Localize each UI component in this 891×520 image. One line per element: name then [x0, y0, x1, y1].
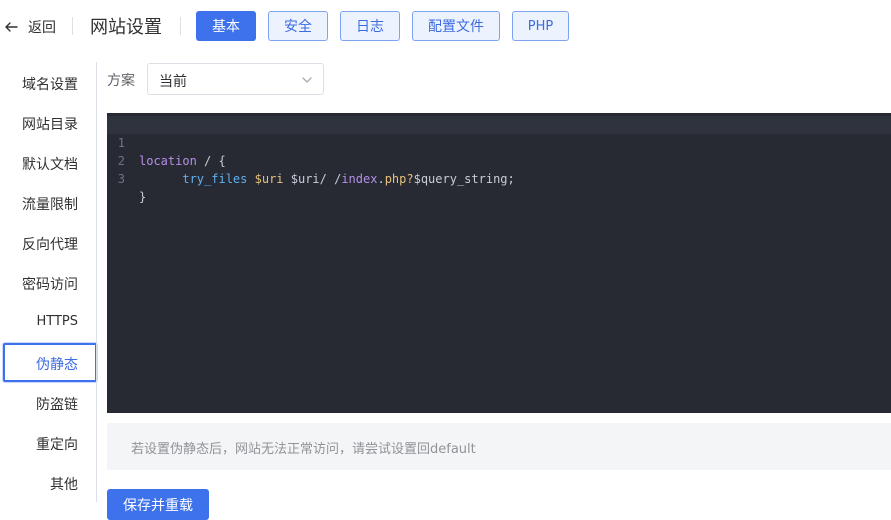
- tab-security[interactable]: 安全: [268, 11, 328, 41]
- tip-box: 若设置伪静态后，网站无法正常访问，请尝试设置回default: [107, 423, 891, 470]
- sidebar-item-https[interactable]: HTTPS: [36, 314, 78, 329]
- line-number: 3: [117, 172, 125, 186]
- sidebar-item-other[interactable]: 其他: [50, 474, 78, 494]
- arrow-left-icon: [5, 22, 18, 32]
- tab-php[interactable]: PHP: [512, 11, 569, 41]
- chevron-down-icon: [302, 77, 312, 83]
- code-editor[interactable]: 1 location / { 2 try_files $uri $uri/ /i…: [107, 113, 891, 413]
- sidebar-divider: [96, 62, 97, 502]
- code-line: 1 location / {: [107, 116, 891, 168]
- save-reload-button[interactable]: 保存并重载: [107, 489, 209, 520]
- sidebar-item-password-access[interactable]: 密码访问: [22, 274, 78, 294]
- header: 返回 网站设置 基本 安全 日志 配置文件 PHP: [0, 0, 891, 54]
- tab-basic[interactable]: 基本: [196, 11, 256, 41]
- plan-select[interactable]: 当前: [147, 63, 324, 95]
- divider: [72, 17, 73, 35]
- tab-logs[interactable]: 日志: [340, 11, 400, 41]
- sidebar-item-domain[interactable]: 域名设置: [22, 74, 78, 94]
- back-label: 返回: [28, 20, 56, 36]
- back-button[interactable]: 返回: [4, 15, 56, 39]
- sidebar-item-rewrite[interactable]: 伪静态: [36, 354, 78, 374]
- tip-text: 若设置伪静态后，网站无法正常访问，请尝试设置回default: [131, 442, 476, 457]
- plan-label: 方案: [107, 73, 135, 89]
- code-line: 3 }: [107, 152, 891, 204]
- sidebar: 域名设置 网站目录 默认文档 流量限制 反向代理 密码访问 HTTPS 伪静态 …: [0, 62, 97, 502]
- code-directive: try_files: [182, 172, 248, 186]
- page-title: 网站设置: [90, 17, 162, 38]
- sidebar-item-redirect[interactable]: 重定向: [36, 434, 78, 454]
- sidebar-item-site-directory[interactable]: 网站目录: [22, 114, 78, 134]
- code-text: $query_string;: [413, 172, 515, 186]
- code-text: }: [139, 190, 147, 204]
- sidebar-item-traffic-limit[interactable]: 流量限制: [22, 194, 78, 214]
- code-text: $uri/ /: [283, 172, 342, 186]
- sidebar-item-hotlink-protection[interactable]: 防盗链: [36, 394, 78, 414]
- sidebar-item-reverse-proxy[interactable]: 反向代理: [22, 234, 78, 254]
- plan-selected-value: 当前: [159, 74, 187, 90]
- code-path: index: [341, 172, 378, 186]
- code-text: .: [377, 172, 385, 186]
- code-line: 2 try_files $uri $uri/ /index.php?$query…: [107, 134, 891, 186]
- sidebar-item-default-document[interactable]: 默认文档: [22, 154, 78, 174]
- code-extension: php?: [384, 172, 414, 186]
- code-variable: $uri: [254, 172, 284, 186]
- tab-config-file[interactable]: 配置文件: [412, 11, 500, 41]
- divider: [180, 17, 181, 35]
